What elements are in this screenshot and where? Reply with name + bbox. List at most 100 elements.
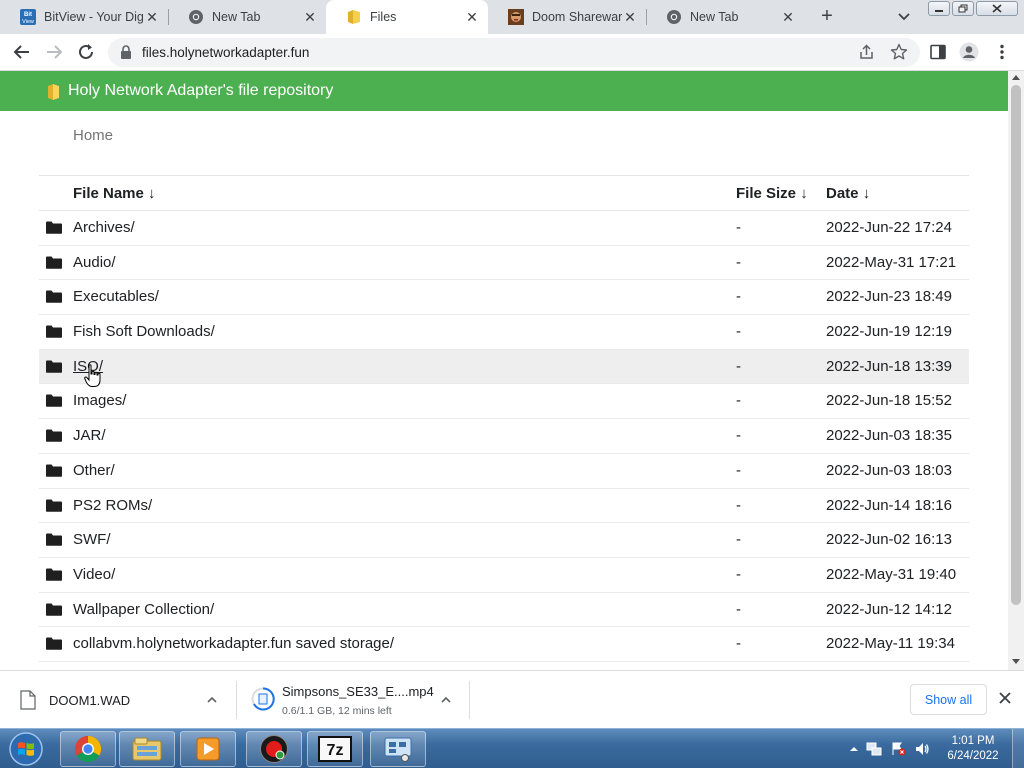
table-row[interactable]: Audio/ - 2022-May-31 17:21: [39, 246, 969, 281]
share-icon[interactable]: [858, 44, 875, 61]
close-shelf-icon[interactable]: [998, 691, 1012, 705]
file-size: -: [736, 392, 741, 410]
taskbar-recorder-icon[interactable]: [246, 731, 302, 767]
kebab-menu-icon[interactable]: [992, 42, 1012, 62]
taskbar-7zip-icon[interactable]: 7z: [307, 731, 363, 767]
folder-icon: [46, 603, 62, 616]
scroll-thumb[interactable]: [1011, 85, 1021, 605]
tab-search-chevron-icon[interactable]: [895, 9, 913, 25]
tab-doom-shareware[interactable]: Doom Shareware ✕: [488, 0, 646, 34]
clock-time: 1:01 PM: [951, 735, 995, 747]
tray-volume-icon[interactable]: [914, 741, 930, 757]
minimize-icon[interactable]: [928, 1, 950, 16]
tab-close-icon[interactable]: ✕: [464, 9, 480, 25]
file-name-link[interactable]: PS2 ROMs/: [73, 497, 152, 514]
bookmark-star-icon[interactable]: [890, 43, 908, 61]
svg-text:View: View: [22, 19, 34, 25]
tab-new-tab-1[interactable]: New Tab ✕: [168, 0, 326, 34]
file-name-link[interactable]: Video/: [73, 566, 115, 583]
scroll-up-arrow-icon[interactable]: [1012, 75, 1020, 80]
table-row[interactable]: JAR/ - 2022-Jun-03 18:35: [39, 419, 969, 454]
tab-close-icon[interactable]: ✕: [144, 9, 160, 25]
chevron-up-icon[interactable]: [206, 693, 218, 705]
table-row[interactable]: Wallpaper Collection/ - 2022-Jun-12 14:12: [39, 593, 969, 628]
table-row[interactable]: ISO/-2022-Jun-18 13:39: [39, 349, 969, 385]
svg-text:Bit: Bit: [24, 12, 32, 18]
window-controls: [928, 1, 1020, 16]
new-tab-plus-icon[interactable]: +: [815, 5, 839, 29]
page-scrollbar[interactable]: [1008, 71, 1024, 670]
file-name-link[interactable]: Fish Soft Downloads/: [73, 323, 215, 340]
tab-new-tab-2[interactable]: New Tab ✕: [646, 0, 804, 34]
reload-icon[interactable]: [76, 42, 96, 62]
table-row[interactable]: Video/ - 2022-May-31 19:40: [39, 558, 969, 593]
address-bar[interactable]: files.holynetworkadapter.fun: [108, 38, 920, 67]
table-row[interactable]: collabvm.holynetworkadapter.fun saved st…: [39, 627, 969, 662]
table-row[interactable]: PS2 ROMs/ - 2022-Jun-14 18:16: [39, 489, 969, 524]
file-name-link[interactable]: SWF/: [73, 531, 111, 548]
file-date: 2022-Jun-23 18:49: [826, 288, 952, 306]
scroll-down-arrow-icon[interactable]: [1012, 659, 1020, 664]
tab-close-icon[interactable]: ✕: [780, 9, 796, 25]
tray-network-icon[interactable]: [866, 741, 882, 757]
taskbar-chrome-icon[interactable]: [60, 731, 116, 767]
taskbar-explorer-icon[interactable]: [119, 731, 175, 767]
file-size: -: [736, 531, 741, 549]
table-row[interactable]: Executables/ - 2022-Jun-23 18:49: [39, 280, 969, 316]
tab-title: Files: [370, 10, 397, 24]
lock-icon[interactable]: [120, 45, 134, 60]
folder-icon: [46, 533, 62, 546]
bitview-favicon-icon: Bit View: [20, 9, 36, 25]
file-name-link[interactable]: Audio/: [73, 254, 116, 271]
tab-close-icon[interactable]: ✕: [302, 9, 318, 25]
url-text[interactable]: files.holynetworkadapter.fun: [142, 45, 309, 60]
tab-bitview[interactable]: Bit View BitView - Your Dig ✕: [0, 0, 168, 34]
taskbar-network-app-icon[interactable]: [370, 731, 426, 767]
column-header-file-size[interactable]: File Size ↓: [736, 185, 808, 202]
file-size: -: [736, 288, 741, 306]
7zip-label: 7z: [327, 742, 344, 759]
start-orb-icon[interactable]: [6, 731, 46, 767]
file-name-link[interactable]: Executables/: [73, 288, 159, 305]
file-size: -: [736, 461, 741, 479]
folder-icon: [46, 360, 62, 373]
download-filename: Simpsons_SE33_E....mp4: [282, 684, 434, 699]
file-name-link[interactable]: JAR/: [73, 427, 106, 444]
table-row[interactable]: SWF/ - 2022-Jun-02 16:13: [39, 523, 969, 558]
restore-icon[interactable]: [952, 1, 974, 16]
tab-close-icon[interactable]: ✕: [622, 9, 638, 25]
table-row[interactable]: Archives/ - 2022-Jun-22 17:24: [39, 211, 969, 246]
column-header-date[interactable]: Date ↓: [826, 185, 870, 202]
chevron-up-icon[interactable]: [440, 693, 452, 705]
back-arrow-icon[interactable]: [12, 42, 32, 62]
file-name-link[interactable]: Other/: [73, 462, 115, 479]
file-size: -: [736, 357, 741, 375]
tab-files[interactable]: Files ✕: [326, 0, 488, 34]
breadcrumb-home[interactable]: Home: [73, 127, 113, 144]
file-name-link[interactable]: Archives/: [73, 219, 135, 236]
folder-icon: [46, 325, 62, 338]
download-item-doom1[interactable]: DOOM1.WAD: [0, 671, 236, 728]
side-panel-icon[interactable]: [928, 42, 948, 62]
forward-arrow-icon[interactable]: [44, 42, 64, 62]
file-date: 2022-Jun-12 14:12: [826, 600, 952, 618]
table-row[interactable]: Images/ - 2022-Jun-18 15:52: [39, 384, 969, 420]
file-name-link[interactable]: Images/: [73, 392, 126, 409]
show-desktop-button[interactable]: [1012, 729, 1024, 768]
download-item-simpsons[interactable]: Simpsons_SE33_E....mp4 0.6/1.1 GB, 12 mi…: [237, 671, 469, 728]
close-window-icon[interactable]: [976, 1, 1018, 16]
tray-action-center-icon[interactable]: [890, 741, 906, 757]
show-all-downloads-button[interactable]: Show all: [910, 684, 987, 715]
table-row[interactable]: Other/ - 2022-Jun-03 18:03: [39, 454, 969, 489]
file-name-link[interactable]: collabvm.holynetworkadapter.fun saved st…: [73, 635, 394, 652]
file-date: 2022-Jun-18 15:52: [826, 392, 952, 410]
column-header-file-name[interactable]: File Name ↓: [73, 185, 156, 202]
tray-expand-arrow-icon[interactable]: [846, 741, 862, 757]
taskbar-media-player-icon[interactable]: [180, 731, 236, 767]
folder-icon: [46, 464, 62, 477]
file-name-link[interactable]: Wallpaper Collection/: [73, 601, 214, 618]
profile-avatar-icon[interactable]: [959, 42, 979, 62]
file-date: 2022-Jun-18 13:39: [826, 357, 952, 375]
taskbar-clock[interactable]: 1:01 PM 6/24/2022: [940, 734, 1006, 764]
table-row[interactable]: Fish Soft Downloads/ - 2022-Jun-19 12:19: [39, 315, 969, 350]
